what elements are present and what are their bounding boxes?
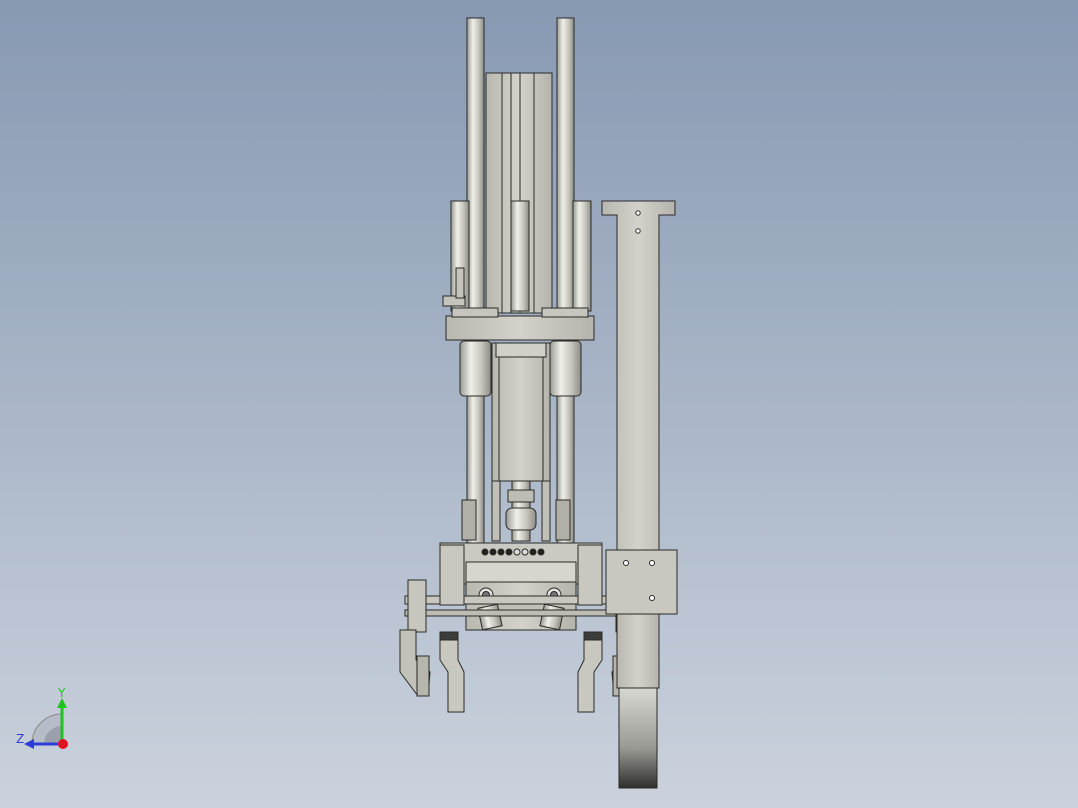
axis-triad: Y Z — [14, 686, 84, 756]
upper-plate — [445, 315, 595, 341]
guide-rod-right — [556, 17, 575, 544]
y-axis-label: Y — [57, 686, 66, 700]
bushing-right — [549, 340, 582, 397]
guide-rod-left — [466, 17, 485, 544]
upper-cylinder-right — [572, 200, 592, 312]
x-axis-dot — [58, 739, 68, 749]
upper-cylinder-center — [510, 200, 530, 312]
bushing-left — [459, 340, 492, 397]
z-axis-label: Z — [16, 732, 24, 746]
lock-nut — [507, 489, 535, 503]
lower-cylinder — [491, 342, 551, 482]
cad-viewport[interactable] — [0, 0, 1078, 808]
